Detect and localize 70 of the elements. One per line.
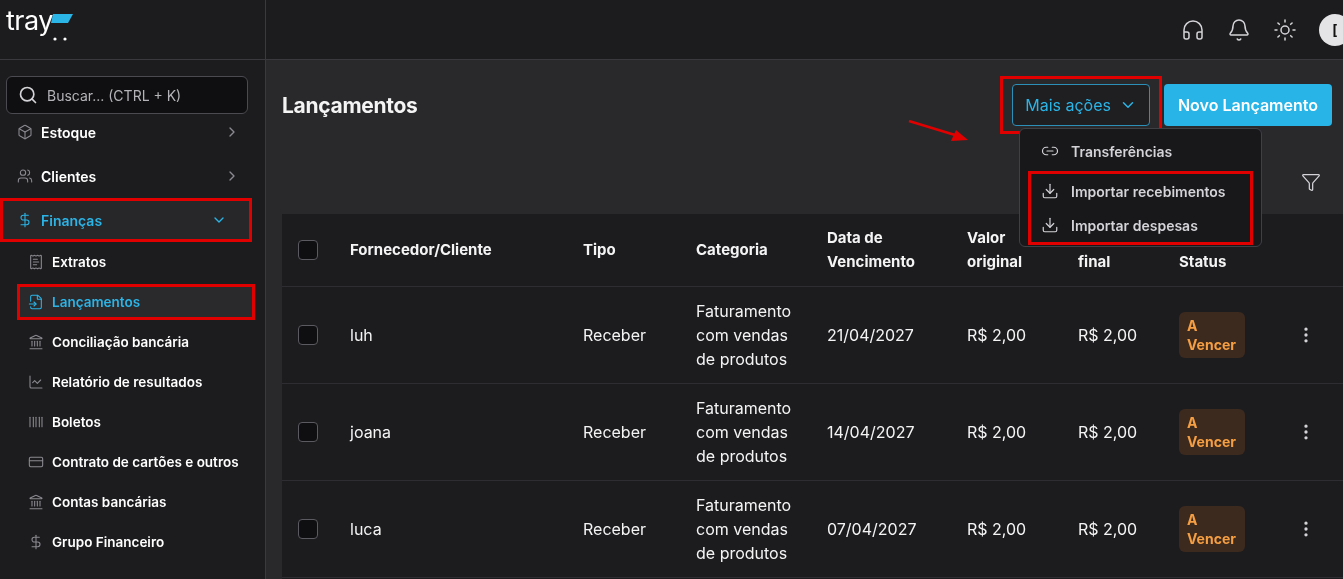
table-cell-text: R$ 2,00	[967, 518, 1028, 541]
column-header: Data de Vencimento	[827, 227, 916, 273]
table-cell-text: R$ 2,00	[967, 324, 1028, 347]
row-checkbox[interactable]	[298, 519, 318, 539]
table-cell-text: Faturamento com vendas de produtos	[696, 494, 793, 565]
status-badge: A Vencer	[1179, 409, 1245, 455]
bank-icon	[28, 494, 44, 510]
nav-subitem[interactable]: Grupo Financeiro	[17, 524, 255, 560]
column-header: Categoria	[696, 239, 768, 261]
row-checkbox[interactable]	[298, 422, 318, 442]
more-actions-button[interactable]: Mais ações	[1012, 84, 1150, 126]
menu-item[interactable]: Transferências	[1031, 134, 1250, 168]
barcode-icon	[28, 414, 44, 430]
column-header: Tipo	[583, 239, 616, 261]
bell-icon[interactable]	[1227, 17, 1251, 42]
menu-item[interactable]: Importar recebimentos	[1031, 174, 1250, 208]
menu-item[interactable]: Importar despesas	[1031, 208, 1250, 242]
nav-subitem[interactable]: Contrato de cartões e outros	[17, 444, 255, 480]
table-cell-text: Receber	[583, 421, 647, 444]
search-icon	[18, 85, 38, 105]
row-checkbox[interactable]	[298, 325, 318, 345]
download-icon	[1041, 182, 1059, 200]
logo[interactable]: tray	[6, 4, 53, 38]
table-cell-text: luh	[350, 324, 374, 347]
column-header: final	[1078, 251, 1111, 273]
sun-icon[interactable]	[1273, 17, 1297, 42]
box-icon	[17, 124, 33, 140]
dollar-icon	[28, 534, 44, 550]
table-cell-text: Faturamento com vendas de produtos	[696, 300, 793, 371]
table-cell-text: R$ 2,00	[1078, 421, 1139, 444]
column-header: Valor original	[967, 227, 1024, 273]
table-cell-text: 14/04/2027	[827, 421, 916, 444]
headset-icon[interactable]	[1181, 17, 1205, 42]
nav-item[interactable]: Finanças	[0, 198, 252, 242]
page-title: Lançamentos	[282, 92, 418, 118]
table-cell-text: joana	[350, 421, 393, 444]
select-all-checkbox[interactable]	[298, 240, 318, 260]
nav-item[interactable]: Clientes	[0, 154, 265, 198]
nav-subitem[interactable]: Extratos	[17, 244, 255, 280]
table-cell-text: R$ 2,00	[1078, 518, 1139, 541]
table-cell-text: Faturamento com vendas de produtos	[696, 397, 793, 468]
nav-subitem[interactable]: Boletos	[17, 404, 255, 440]
dollar-icon	[17, 212, 33, 228]
bank-icon	[28, 334, 44, 350]
status-badge: A Vencer	[1179, 506, 1245, 552]
receipt-icon	[28, 254, 44, 270]
column-header: Status	[1179, 251, 1227, 273]
table-cell-text: luca	[350, 518, 383, 541]
filter-icon[interactable]	[1301, 172, 1321, 192]
file-arrow-icon	[28, 294, 44, 310]
table-cell-text: 07/04/2027	[827, 518, 918, 541]
column-header: Fornecedor/Cliente	[350, 239, 492, 261]
nav-item[interactable]: Estoque	[0, 114, 265, 154]
table-cell-text: 21/04/2027	[827, 324, 915, 347]
status-badge: A Vencer	[1179, 312, 1245, 358]
card-icon	[28, 454, 44, 470]
search-field[interactable]: Buscar... (CTRL + K)	[6, 76, 248, 114]
nav-subitem[interactable]: Lançamentos	[17, 284, 255, 320]
table-cell-text: R$ 2,00	[1078, 324, 1139, 347]
download-icon	[1041, 216, 1059, 234]
avatar[interactable]: [	[1319, 13, 1343, 46]
annotation-arrow	[908, 120, 968, 142]
nav-subitem[interactable]: Relatório de resultados	[17, 364, 255, 400]
nav-subitem[interactable]: Conciliação bancária	[17, 324, 255, 360]
users-icon	[17, 168, 33, 184]
table-cell-text: R$ 2,00	[967, 421, 1028, 444]
nav-subitem[interactable]: Contas bancárias	[17, 484, 255, 520]
chart-icon	[28, 374, 44, 390]
table-cell-text: Receber	[583, 324, 647, 347]
table-cell-text: Receber	[583, 518, 647, 541]
